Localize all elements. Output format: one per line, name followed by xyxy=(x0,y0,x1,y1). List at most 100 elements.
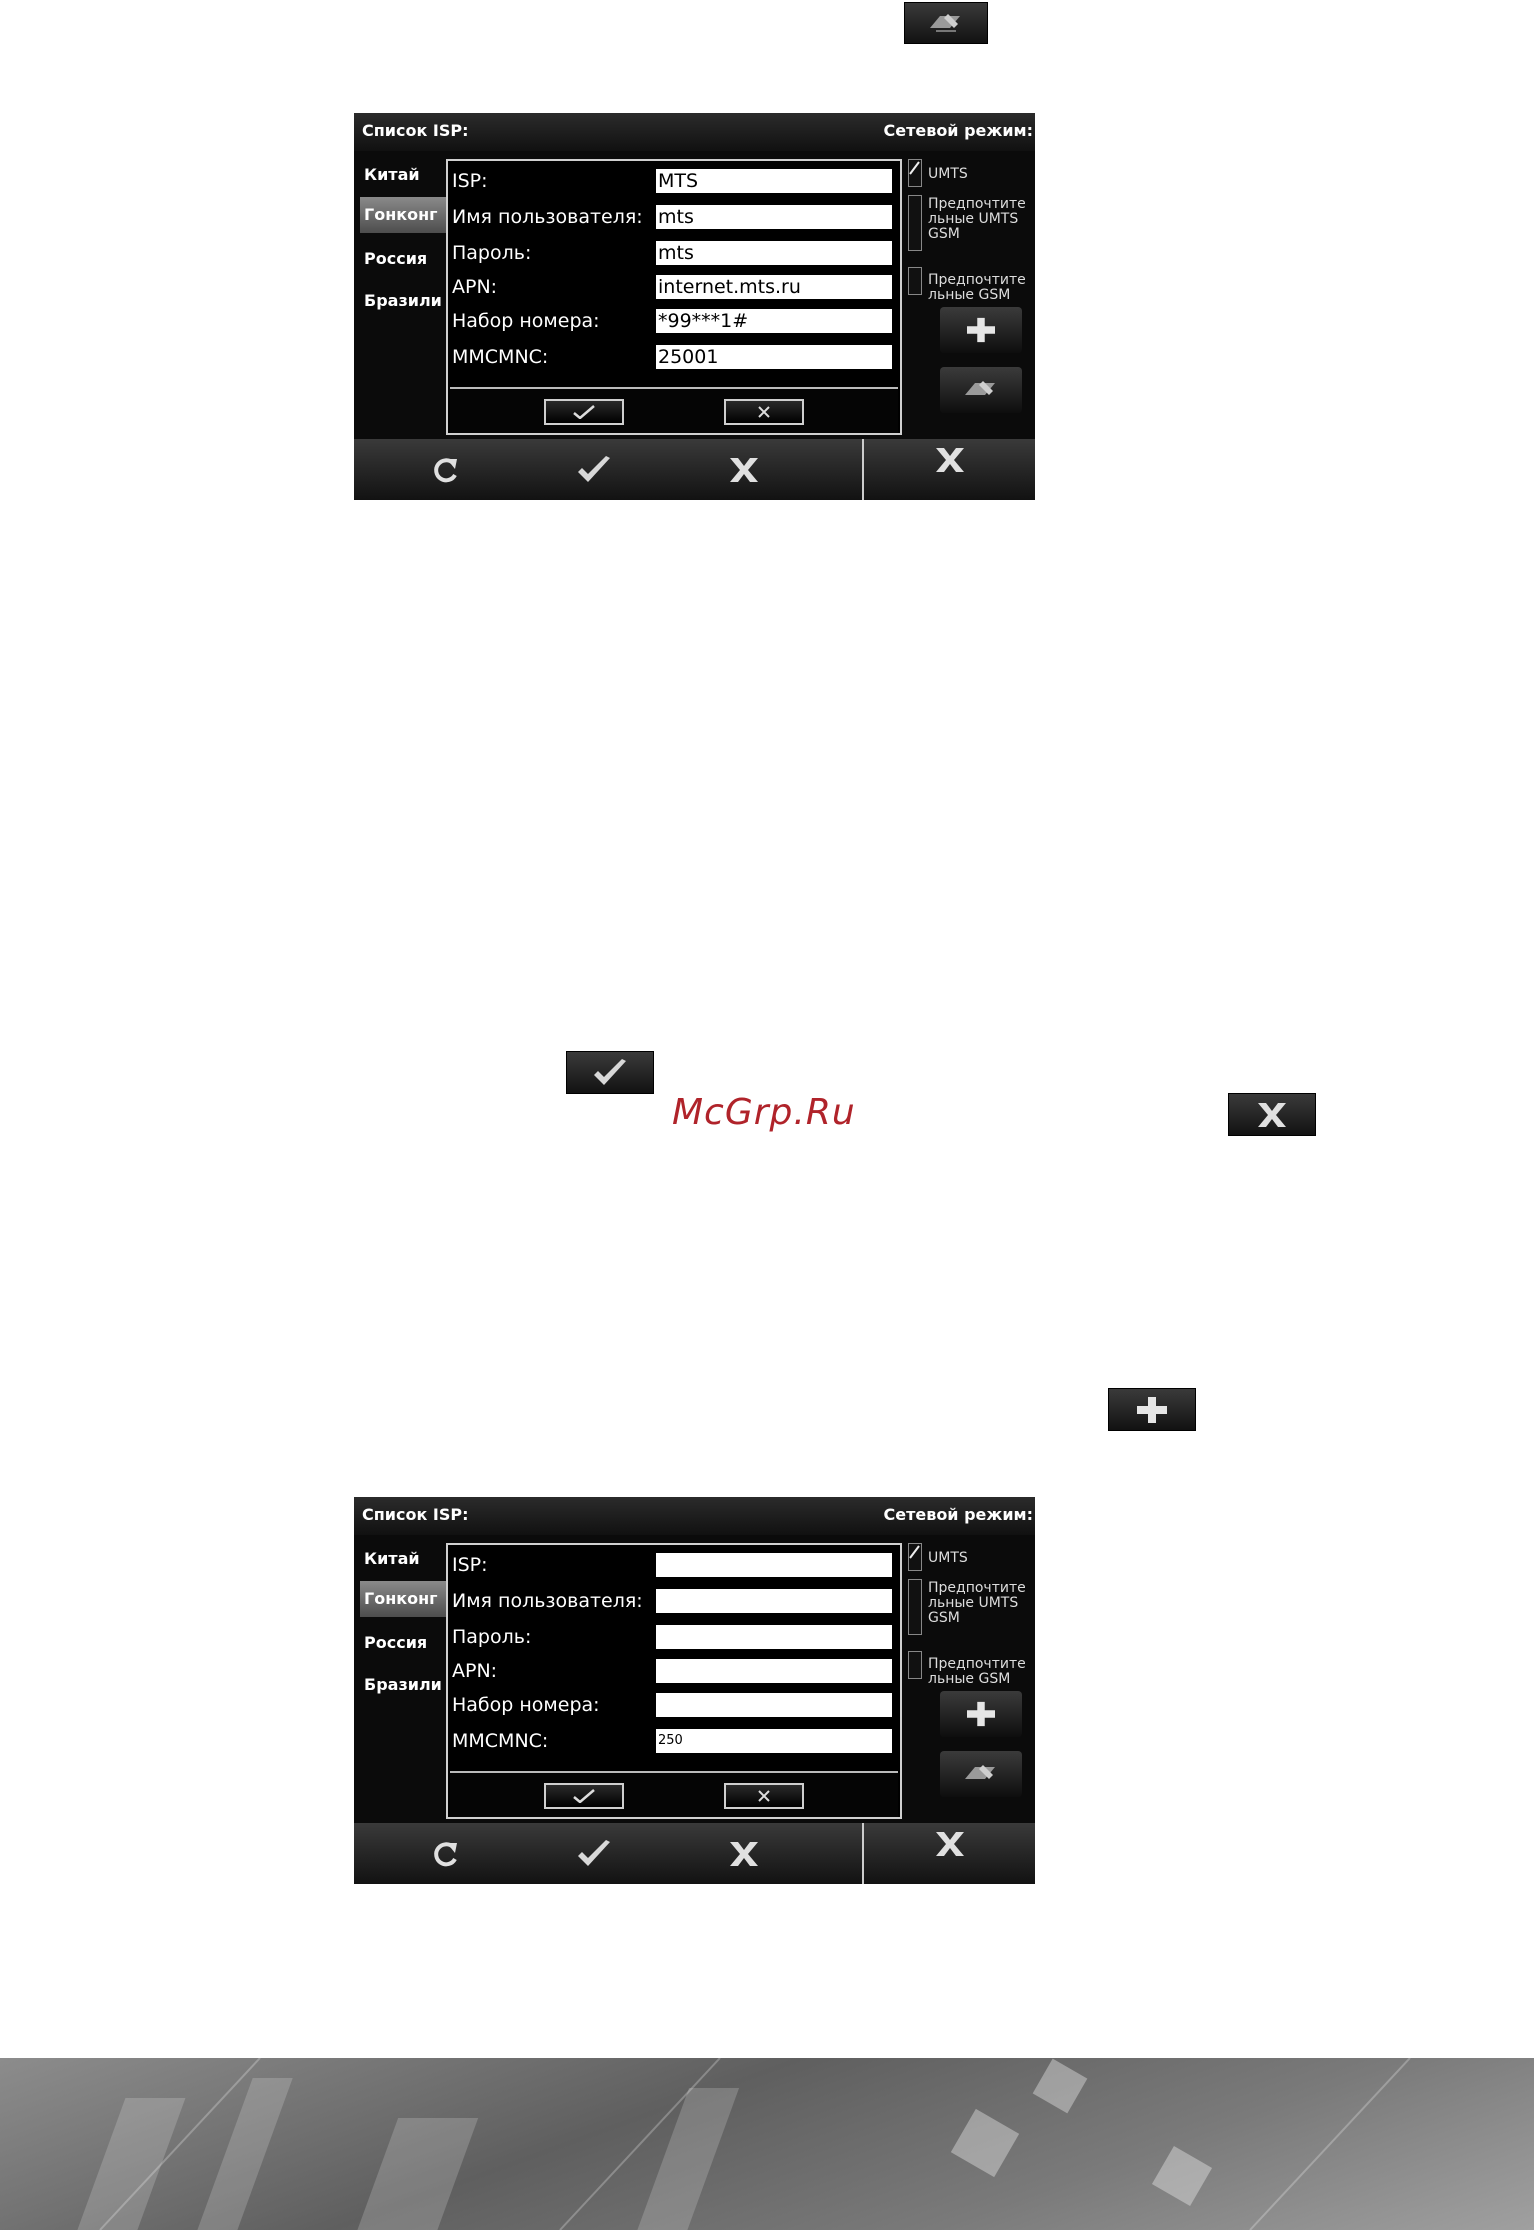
apn-input[interactable] xyxy=(656,1659,892,1683)
cancel-button[interactable] xyxy=(704,1831,784,1877)
username-input[interactable] xyxy=(656,1589,892,1613)
field-row: APN: xyxy=(452,1657,896,1687)
field-label: ISP: xyxy=(452,1554,488,1576)
close-icon xyxy=(758,1790,770,1802)
close-icon xyxy=(730,1842,758,1866)
field-label: Пароль: xyxy=(452,242,532,264)
field-label: Пароль: xyxy=(452,1626,532,1648)
check-icon xyxy=(578,1840,610,1866)
dial-number-input[interactable] xyxy=(656,1693,892,1717)
mode-gsm-checkbox[interactable] xyxy=(908,1651,922,1679)
close-icon xyxy=(936,1832,964,1856)
country-item-selected[interactable]: Гонконг xyxy=(360,1581,446,1617)
field-label: MMCMNC: xyxy=(452,1730,549,1752)
add-isp-button[interactable] xyxy=(940,307,1022,353)
device-screenshot-filled: Список ISP: Сетевой режим: Китай Гонконг… xyxy=(354,113,1035,500)
bottom-toolbar xyxy=(354,439,1035,500)
toolbar-divider xyxy=(862,1823,864,1884)
field-label: Набор номера: xyxy=(452,1694,600,1716)
field-label: Имя пользователя: xyxy=(452,1590,643,1612)
check-icon xyxy=(578,456,610,482)
field-label: ISP: xyxy=(452,170,488,192)
isp-edit-dialog: ISP: MTS Имя пользователя: mts Пароль: m… xyxy=(446,159,902,435)
dialog-button-bar xyxy=(450,387,898,433)
field-row: Набор номера: xyxy=(452,1691,896,1721)
edit-icon xyxy=(965,381,995,395)
country-item[interactable]: Россия xyxy=(360,1625,446,1661)
network-mode-title: Сетевой режим: xyxy=(883,1505,1033,1524)
mmcmnc-input[interactable]: 25001 xyxy=(656,345,892,369)
dialog-cancel-button[interactable] xyxy=(724,399,804,425)
edit-isp-button[interactable] xyxy=(940,367,1022,413)
edit-icon-button xyxy=(904,2,988,44)
password-input[interactable]: mts xyxy=(656,241,892,265)
isp-list-title: Список ISP: xyxy=(362,121,469,140)
isp-input[interactable] xyxy=(656,1553,892,1577)
top-bar: Список ISP: Сетевой режим: xyxy=(354,1497,1035,1535)
field-row: Набор номера: *99***1# xyxy=(452,307,896,337)
dialog-button-bar xyxy=(450,1771,898,1817)
check-icon xyxy=(909,161,920,175)
dial-number-input[interactable]: *99***1# xyxy=(656,309,892,333)
check-icon xyxy=(909,1545,920,1559)
dialog-ok-button[interactable] xyxy=(544,399,624,425)
back-button[interactable] xyxy=(404,1831,484,1877)
mode-label: Предпочтите льные GSM xyxy=(928,272,1026,303)
field-row: ISP: MTS xyxy=(452,167,896,197)
mmcmnc-input[interactable]: 250 xyxy=(656,1729,892,1753)
mode-umts-checkbox[interactable] xyxy=(908,1543,922,1571)
field-label: Набор номера: xyxy=(452,310,600,332)
mode-umts-gsm-checkbox[interactable] xyxy=(908,195,922,251)
confirm-button[interactable] xyxy=(554,447,634,493)
country-item[interactable]: Россия xyxy=(360,241,446,277)
plus-icon-button xyxy=(1108,1388,1196,1431)
edit-icon xyxy=(930,14,960,32)
check-icon xyxy=(573,405,595,419)
refresh-back-icon xyxy=(434,1842,457,1867)
footer-pattern xyxy=(77,2058,1411,2230)
mode-umts-checkbox[interactable] xyxy=(908,159,922,187)
mode-label: UMTS xyxy=(928,1550,968,1566)
dialog-ok-button[interactable] xyxy=(544,1783,624,1809)
refresh-back-icon xyxy=(434,458,457,483)
back-button[interactable] xyxy=(404,447,484,493)
field-label: APN: xyxy=(452,1660,498,1682)
confirm-button[interactable] xyxy=(554,1831,634,1877)
plus-icon xyxy=(967,317,995,343)
toolbar-divider xyxy=(862,439,864,500)
country-item[interactable]: Бразили xyxy=(360,283,446,319)
check-icon xyxy=(594,1058,626,1085)
mode-label: Предпочтите льные UMTS GSM xyxy=(928,1580,1026,1626)
country-item-selected[interactable]: Гонконг xyxy=(360,197,446,233)
field-label: Имя пользователя: xyxy=(452,206,643,228)
field-row: Имя пользователя: xyxy=(452,1587,896,1617)
mode-umts-gsm-checkbox[interactable] xyxy=(908,1579,922,1635)
mode-label: UMTS xyxy=(928,166,968,182)
mode-gsm-checkbox[interactable] xyxy=(908,267,922,295)
close-icon xyxy=(758,406,770,418)
close-button[interactable] xyxy=(910,437,990,483)
decorative-footer-band xyxy=(0,2058,1534,2230)
plus-icon xyxy=(967,1701,995,1727)
country-item[interactable]: Бразили xyxy=(360,1667,446,1703)
country-item[interactable]: Китай xyxy=(360,1541,446,1577)
field-label: APN: xyxy=(452,276,498,298)
apn-input[interactable]: internet.mts.ru xyxy=(656,275,892,299)
field-row: APN: internet.mts.ru xyxy=(452,273,896,303)
isp-add-dialog: ISP: Имя пользователя: Пароль: APN: Набо… xyxy=(446,1543,902,1819)
username-input[interactable]: mts xyxy=(656,205,892,229)
bottom-toolbar xyxy=(354,1823,1035,1884)
dialog-cancel-button[interactable] xyxy=(724,1783,804,1809)
add-isp-button[interactable] xyxy=(940,1691,1022,1737)
field-row: Пароль: xyxy=(452,1623,896,1653)
close-icon xyxy=(730,458,758,482)
network-mode-title: Сетевой режим: xyxy=(883,121,1033,140)
edit-isp-button[interactable] xyxy=(940,1751,1022,1797)
isp-input[interactable]: MTS xyxy=(656,169,892,193)
cancel-button[interactable] xyxy=(704,447,784,493)
country-item[interactable]: Китай xyxy=(360,157,446,193)
password-input[interactable] xyxy=(656,1625,892,1649)
field-row: Пароль: mts xyxy=(452,239,896,269)
close-button[interactable] xyxy=(910,1821,990,1867)
edit-icon xyxy=(965,1765,995,1779)
